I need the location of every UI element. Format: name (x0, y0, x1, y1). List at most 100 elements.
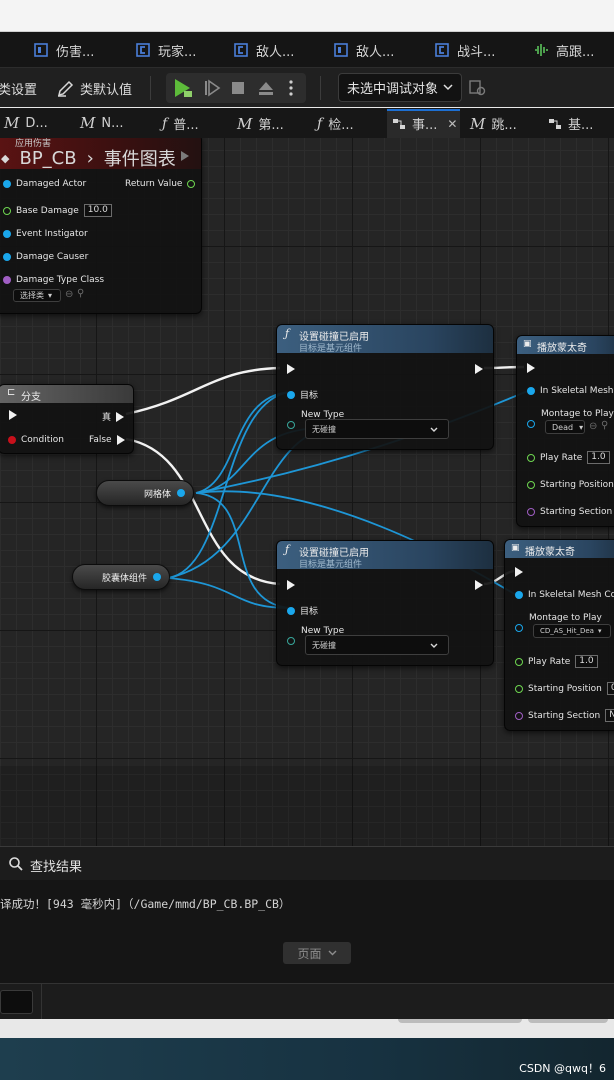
doc-tab-8[interactable]: 基... (548, 114, 593, 133)
class-defaults-button[interactable]: 类默认值 (80, 79, 132, 98)
pin-false[interactable]: False (89, 435, 125, 445)
set-collision-node-1[interactable]: ƒ 设置碰撞已启用 目标是基元组件 目标 New Type 无碰撞 (276, 324, 494, 450)
console-input[interactable] (0, 990, 33, 1014)
play-icon[interactable] (172, 78, 194, 98)
pin-return-value[interactable]: Return Value (125, 179, 196, 189)
doc-tab-6[interactable]: 事... ✕ (392, 114, 457, 133)
search-icon[interactable]: ⚲ (77, 288, 84, 299)
montage-select[interactable]: CD_AS_Hit_Dea ▾ (533, 624, 611, 638)
class-defaults-icon (57, 80, 74, 97)
base-damage-value[interactable]: 10.0 (83, 204, 112, 217)
exec-in-pin[interactable] (9, 410, 17, 420)
page-button[interactable]: 页面 (283, 942, 351, 964)
exec-out-pin[interactable] (475, 580, 483, 590)
pin-in-skeletal-mesh[interactable]: In Skeletal Mesh Com (515, 590, 614, 600)
pin-event-instigator[interactable]: Event Instigator (3, 229, 88, 239)
doc-tab-3[interactable]: ƒ 普... (162, 114, 199, 134)
damage-type-select[interactable]: 选择类 ▾ (13, 289, 61, 302)
pin-play-rate[interactable]: Play Rate 1.0 (527, 451, 610, 464)
browse-icon[interactable]: ⊖ (589, 421, 597, 432)
window-bottom-strip (0, 1019, 614, 1038)
class-settings-button[interactable]: 类设置 (0, 79, 37, 98)
browse-icon[interactable]: ⊖ (65, 289, 73, 300)
doc-tab-2[interactable]: M N... (80, 114, 123, 132)
blueprint-graph-canvas[interactable]: 应用伤害 ◆ BP_CB › 事件图表 Damaged Actor Return… (0, 138, 614, 846)
doc-tab-4[interactable]: M 第... (237, 114, 284, 134)
play-montage-node-2[interactable]: ▣ 播放蒙太奇 In Skeletal Mesh Com Montage to … (504, 539, 614, 731)
play-rate-value[interactable]: 1.0 (575, 655, 598, 668)
object-pin-icon[interactable] (527, 420, 535, 428)
doc-tab-7[interactable]: M 跳... (470, 114, 517, 134)
close-icon[interactable]: ✕ (447, 117, 457, 131)
stop-icon[interactable] (230, 80, 246, 96)
material-icon: M (4, 114, 20, 132)
asset-tab-6[interactable]: 高跟... (534, 40, 594, 60)
toolbar-divider (150, 76, 151, 100)
asset-tab-4[interactable]: 敌人... (334, 40, 394, 60)
chevron-down-icon: ▾ (579, 422, 584, 432)
search-icon[interactable]: ⚲ (601, 420, 608, 431)
pin-label: Damage Type Class (16, 275, 105, 285)
step-icon[interactable] (203, 79, 221, 97)
asset-tab-label: 战斗... (457, 44, 496, 60)
pin-starting-section[interactable]: Starting Section No (515, 709, 614, 722)
pin-starting-section[interactable]: Starting Section (527, 505, 614, 518)
set-collision-node-2[interactable]: ƒ 设置碰撞已启用 目标是基元组件 目标 New Type 无碰撞 (276, 540, 494, 666)
debug-target-dropdown[interactable]: 未选中调试对象 (338, 73, 462, 102)
mesh-variable-node[interactable]: 网格体 (96, 480, 194, 506)
search-icon (9, 857, 23, 871)
function-icon: ƒ (285, 327, 290, 340)
eject-icon[interactable] (257, 79, 275, 97)
pin-damage-causer[interactable]: Damage Causer (3, 252, 88, 262)
pin-play-rate[interactable]: Play Rate 1.0 (515, 655, 598, 668)
new-type-dropdown[interactable]: 无碰撞 (305, 635, 449, 655)
exec-in-pin[interactable] (287, 364, 295, 374)
pin-label: In Skeletal Mesh Com (528, 590, 614, 600)
pin-label: Condition (21, 435, 64, 445)
pin-label: Event Instigator (16, 229, 88, 239)
enum-pin-icon[interactable] (287, 637, 295, 645)
node-title: 分支 (21, 392, 41, 403)
pin-true[interactable]: 真 (102, 410, 125, 423)
object-pin-icon (3, 230, 11, 238)
play-montage-node-1[interactable]: ▣ 播放蒙太奇 In Skeletal Mesh C Montage to Pl… (516, 335, 614, 527)
pin-condition[interactable]: Condition (8, 435, 64, 445)
exec-out-pin[interactable] (181, 151, 189, 161)
debug-find-icon[interactable] (469, 79, 487, 97)
exec-in-pin[interactable] (527, 363, 535, 373)
starting-section-value[interactable]: No (605, 709, 614, 722)
capsule-variable-node[interactable]: 胶囊体组件 (72, 564, 170, 590)
pin-target[interactable]: 目标 (287, 388, 318, 401)
branch-node[interactable]: ⊏ 分支 真 Condition False (0, 384, 134, 454)
play-rate-value[interactable]: 1.0 (587, 451, 610, 464)
doc-tab-1[interactable]: M D... (4, 114, 48, 132)
breadcrumb-blueprint[interactable]: BP_CB (19, 148, 76, 169)
asset-tab-1[interactable]: 伤害... (34, 40, 94, 60)
asset-tab-5[interactable]: 战斗... (435, 40, 495, 60)
asset-tab-2[interactable]: 玩家... (136, 40, 196, 60)
starting-position-value[interactable]: 0. (606, 682, 614, 695)
exec-in-pin[interactable] (515, 567, 523, 577)
pin-damage-type-class[interactable]: Damage Type Class (3, 275, 104, 285)
pin-starting-position[interactable]: Starting Position (527, 478, 614, 491)
object-pin-icon[interactable] (515, 624, 523, 632)
pin-starting-position[interactable]: Starting Position 0. (515, 682, 614, 695)
pin-damaged-actor[interactable]: Damaged Actor (3, 179, 86, 189)
node-header: ⊏ 分支 (0, 385, 133, 403)
select-label: 选择类 (20, 291, 44, 300)
pin-in-skeletal-mesh[interactable]: In Skeletal Mesh C (527, 386, 614, 396)
montage-select[interactable]: Dead ▾ (545, 420, 585, 434)
pin-target[interactable]: 目标 (287, 604, 318, 617)
breadcrumb-graph[interactable]: 事件图表 (104, 145, 176, 171)
enum-pin-icon[interactable] (287, 421, 295, 429)
more-options-icon[interactable] (286, 79, 296, 97)
new-type-dropdown[interactable]: 无碰撞 (305, 419, 449, 439)
exec-in-pin[interactable] (287, 580, 295, 590)
float-pin-icon (515, 657, 523, 666)
asset-tab-3[interactable]: 敌人... (234, 40, 294, 60)
pin-base-damage[interactable]: Base Damage 10.0 (3, 204, 112, 217)
event-any-damage-node[interactable]: 应用伤害 ◆ BP_CB › 事件图表 Damaged Actor Return… (0, 138, 202, 314)
asset-tab-label: 玩家... (158, 44, 197, 60)
exec-out-pin[interactable] (475, 364, 483, 374)
doc-tab-5[interactable]: ƒ 检... (317, 114, 354, 134)
